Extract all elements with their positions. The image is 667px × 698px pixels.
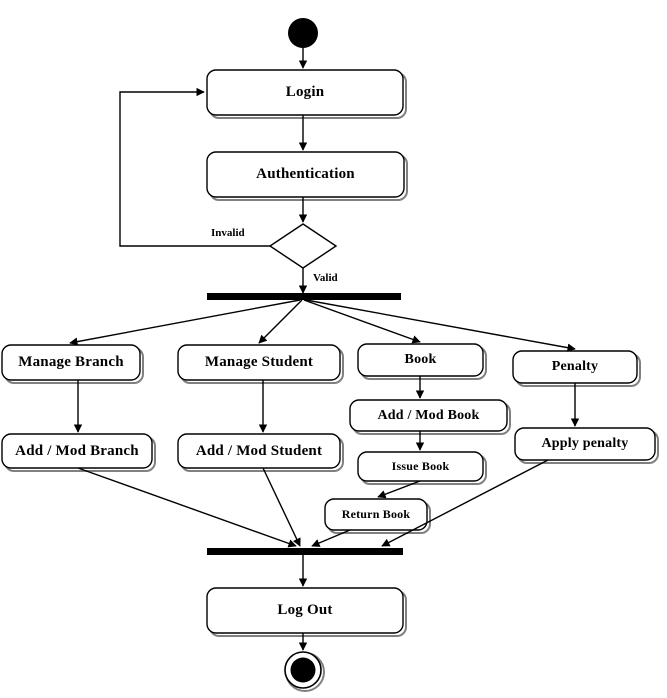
node-book-shape: [357, 343, 484, 377]
node-apply-penalty-shape: [514, 427, 656, 461]
edge-fork-to-book: [303, 299, 421, 344]
edge-add-mod-student-to-join: [262, 467, 301, 547]
edge-return-book-to-join: [311, 529, 351, 547]
edge-add-mod-branch-to-join: [77, 467, 297, 548]
final-node-icon: [284, 651, 322, 689]
fork-bar-shape: [207, 293, 401, 300]
node-issue-book-shape: [357, 451, 484, 482]
node-login-shape: [206, 69, 404, 116]
node-authentication-shape: [206, 151, 405, 198]
initial-node-icon: [288, 18, 318, 48]
node-manage-student-shape: [177, 344, 341, 381]
decision-diamond-shape: [268, 223, 338, 269]
node-return-book-shape: [324, 498, 428, 531]
join-bar-shape: [207, 548, 403, 555]
node-manage-branch-shape: [1, 344, 141, 381]
node-add-mod-student-shape: [177, 433, 341, 469]
edge-fork-to-penalty: [305, 299, 576, 352]
activity-diagram-canvas: Login Authentication Invalid Valid Manag…: [0, 0, 667, 698]
node-penalty-shape: [512, 350, 638, 384]
diagram-vector-layer: [1, 18, 659, 692]
node-log-out-shape: [206, 587, 404, 634]
node-add-mod-book-shape: [349, 399, 508, 432]
node-add-mod-branch-shape: [1, 433, 153, 469]
